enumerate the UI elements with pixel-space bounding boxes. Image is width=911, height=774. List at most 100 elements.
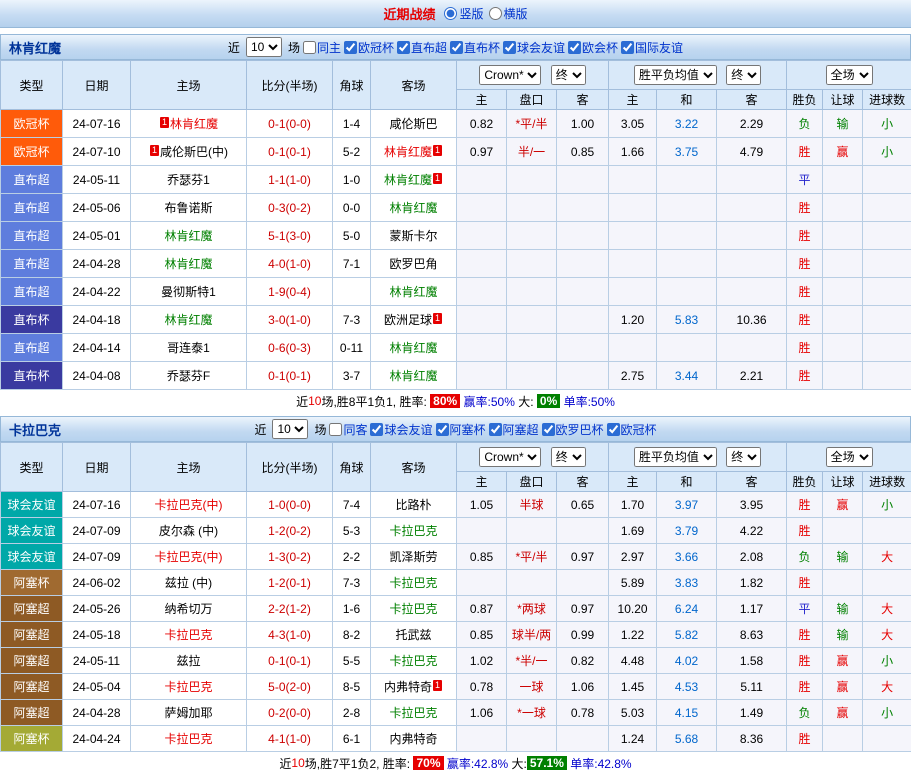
away-team-link[interactable]: 林肯红魔 xyxy=(389,341,437,355)
filter-option[interactable]: 同主 xyxy=(303,39,341,56)
odds-time-select[interactable]: 终 xyxy=(551,447,586,467)
away-team-link[interactable]: 比路朴 xyxy=(395,498,431,512)
match-score[interactable]: 5-1(3-0) xyxy=(247,222,333,250)
away-team-link[interactable]: 林肯红魔 xyxy=(384,145,432,159)
filter-checkbox[interactable] xyxy=(397,41,410,54)
match-score[interactable]: 5-0(2-0) xyxy=(247,674,333,700)
away-team-link[interactable]: 欧洲足球 xyxy=(384,313,432,327)
layout-radio-vertical[interactable] xyxy=(444,7,457,20)
away-team-link[interactable]: 卡拉巴克 xyxy=(389,654,437,668)
home-team-link[interactable]: 兹拉 xyxy=(176,654,200,668)
filter-checkbox[interactable] xyxy=(303,41,316,54)
match-score[interactable]: 0-1(0-1) xyxy=(247,138,333,166)
home-team-link[interactable]: 林肯红魔 xyxy=(164,257,212,271)
scope-select[interactable]: 全场 xyxy=(826,447,873,467)
home-team-link[interactable]: 哥连泰1 xyxy=(167,341,210,355)
match-score[interactable]: 4-3(1-0) xyxy=(247,622,333,648)
filter-option[interactable]: 欧冠杯 xyxy=(344,39,394,56)
match-score[interactable]: 4-1(1-0) xyxy=(247,726,333,752)
match-score[interactable]: 0-1(0-1) xyxy=(247,648,333,674)
home-team-link[interactable]: 卡拉巴克 xyxy=(164,680,212,694)
home-team-link[interactable]: 林肯红魔 xyxy=(170,117,218,131)
home-team-link[interactable]: 乔瑟芬F xyxy=(167,369,210,383)
away-team-link[interactable]: 林肯红魔 xyxy=(384,173,432,187)
home-team-link[interactable]: 萨姆加耶 xyxy=(164,706,212,720)
home-team-link[interactable]: 布鲁诺斯 xyxy=(164,201,212,215)
filter-checkbox[interactable] xyxy=(542,423,555,436)
filter-option[interactable]: 球会友谊 xyxy=(370,421,432,438)
away-team-link[interactable]: 蒙斯卡尔 xyxy=(389,229,437,243)
match-score[interactable]: 0-2(0-0) xyxy=(247,700,333,726)
home-team-link[interactable]: 卡拉巴克 xyxy=(164,732,212,746)
avg-time-select[interactable]: 终 xyxy=(726,65,761,85)
home-team-link[interactable]: 纳希切万 xyxy=(164,602,212,616)
filter-option[interactable]: 欧罗巴杯 xyxy=(542,421,604,438)
filter-checkbox[interactable] xyxy=(489,423,502,436)
filter-option[interactable]: 阿塞杯 xyxy=(436,421,486,438)
away-team-link[interactable]: 林肯红魔 xyxy=(389,369,437,383)
filter-checkbox[interactable] xyxy=(621,41,634,54)
away-team-link[interactable]: 卡拉巴克 xyxy=(389,524,437,538)
match-score[interactable]: 0-3(0-2) xyxy=(247,194,333,222)
bookmaker-select[interactable]: Crown* xyxy=(479,65,541,85)
layout-option-vertical[interactable]: 竖版 xyxy=(444,5,483,22)
games-count-select[interactable]: 10 xyxy=(272,419,308,439)
filter-option[interactable]: 同客 xyxy=(329,421,367,438)
away-team-link[interactable]: 内弗特奇 xyxy=(389,732,437,746)
away-team-link[interactable]: 欧罗巴角 xyxy=(389,257,437,271)
away-team-link[interactable]: 内弗特奇 xyxy=(384,680,432,694)
away-team-link[interactable]: 凯泽斯劳 xyxy=(389,550,437,564)
home-team-link[interactable]: 林肯红魔 xyxy=(164,313,212,327)
home-team-link[interactable]: 林肯红魔 xyxy=(164,229,212,243)
match-score[interactable]: 0-1(0-1) xyxy=(247,362,333,390)
away-team-link[interactable]: 托武兹 xyxy=(395,628,431,642)
home-team-link[interactable]: 卡拉巴克(中) xyxy=(155,550,223,564)
home-team-link[interactable]: 兹拉 (中) xyxy=(165,576,212,590)
away-team-link[interactable]: 卡拉巴克 xyxy=(389,706,437,720)
home-team-link[interactable]: 乔瑟芬1 xyxy=(167,173,210,187)
avg-time-select[interactable]: 终 xyxy=(726,447,761,467)
match-score[interactable]: 3-0(1-0) xyxy=(247,306,333,334)
match-score[interactable]: 1-9(0-4) xyxy=(247,278,333,306)
match-score[interactable]: 0-6(0-3) xyxy=(247,334,333,362)
match-score[interactable]: 2-2(1-2) xyxy=(247,596,333,622)
match-score[interactable]: 1-2(0-2) xyxy=(247,518,333,544)
home-team-link[interactable]: 曼彻斯特1 xyxy=(161,285,216,299)
layout-option-horizontal[interactable]: 横版 xyxy=(489,5,528,22)
filter-checkbox[interactable] xyxy=(568,41,581,54)
filter-option[interactable]: 直布超 xyxy=(397,39,447,56)
match-score[interactable]: 1-1(1-0) xyxy=(247,166,333,194)
filter-option[interactable]: 阿塞超 xyxy=(489,421,539,438)
filter-checkbox[interactable] xyxy=(503,41,516,54)
filter-option[interactable]: 国际友谊 xyxy=(621,39,683,56)
match-score[interactable]: 1-2(0-1) xyxy=(247,570,333,596)
match-score[interactable]: 4-0(1-0) xyxy=(247,250,333,278)
bookmaker-select[interactable]: Crown* xyxy=(479,447,541,467)
layout-radio-horizontal[interactable] xyxy=(489,7,502,20)
away-team-link[interactable]: 卡拉巴克 xyxy=(389,602,437,616)
filter-option[interactable]: 球会友谊 xyxy=(503,39,565,56)
away-team-link[interactable]: 咸伦斯巴 xyxy=(389,117,437,131)
filter-option[interactable]: 直布杯 xyxy=(450,39,500,56)
odds-time-select[interactable]: 终 xyxy=(551,65,586,85)
filter-option[interactable]: 欧会杯 xyxy=(568,39,618,56)
filter-option[interactable]: 欧冠杯 xyxy=(607,421,657,438)
filter-checkbox[interactable] xyxy=(607,423,620,436)
away-team-link[interactable]: 林肯红魔 xyxy=(389,201,437,215)
match-score[interactable]: 0-1(0-0) xyxy=(247,110,333,138)
away-team-link[interactable]: 林肯红魔 xyxy=(389,285,437,299)
match-score[interactable]: 1-0(0-0) xyxy=(247,492,333,518)
scope-select[interactable]: 全场 xyxy=(826,65,873,85)
away-team-link[interactable]: 卡拉巴克 xyxy=(389,576,437,590)
filter-checkbox[interactable] xyxy=(436,423,449,436)
filter-checkbox[interactable] xyxy=(329,423,342,436)
filter-checkbox[interactable] xyxy=(370,423,383,436)
avg-type-select[interactable]: 胜平负均值 xyxy=(634,65,717,85)
games-count-select[interactable]: 10 xyxy=(246,37,282,57)
filter-checkbox[interactable] xyxy=(450,41,463,54)
match-score[interactable]: 1-3(0-2) xyxy=(247,544,333,570)
filter-checkbox[interactable] xyxy=(344,41,357,54)
home-team-link[interactable]: 皮尔森 (中) xyxy=(159,524,218,538)
home-team-link[interactable]: 卡拉巴克 xyxy=(164,628,212,642)
home-team-link[interactable]: 卡拉巴克(中) xyxy=(155,498,223,512)
